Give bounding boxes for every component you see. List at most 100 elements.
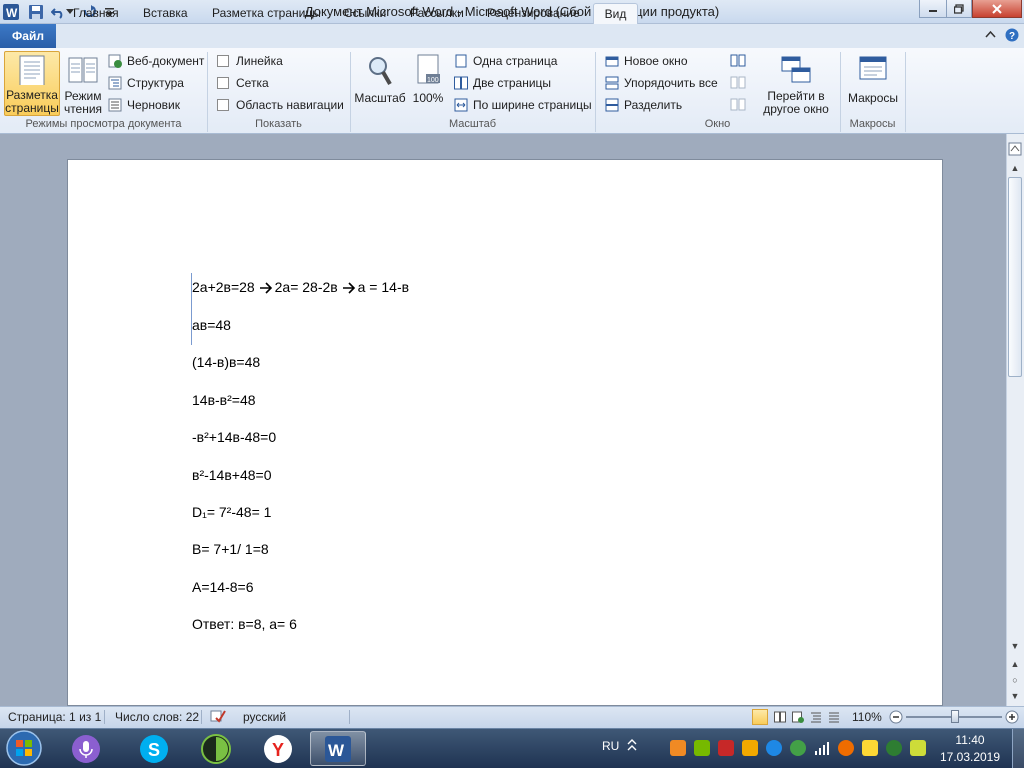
document-line-1[interactable]: 2а+2в=28 2а= 28-2в а = 14-в [192, 279, 409, 295]
view-draft-icon[interactable] [828, 711, 840, 723]
tab-review[interactable]: Рецензирование [475, 3, 592, 24]
arrange-all-button[interactable]: Упорядочить все [605, 73, 718, 93]
minimize-ribbon-icon[interactable] [985, 30, 996, 38]
view-reading-icon[interactable] [774, 711, 786, 723]
ruler-checkbox[interactable]: Линейка [217, 51, 283, 71]
view-outline-icon[interactable] [810, 711, 822, 723]
next-page-icon[interactable]: ▼ [1009, 690, 1021, 702]
gridlines-checkbox-box[interactable] [217, 77, 229, 89]
minimize-button[interactable] [919, 0, 947, 18]
navigation-pane-checkbox[interactable]: Область навигации [217, 95, 344, 115]
draft-button[interactable]: Черновик [108, 95, 180, 115]
tray-globe-icon[interactable] [790, 740, 806, 756]
document-line-4[interactable]: 14в-в²=48 [192, 392, 256, 408]
word-count[interactable]: Число слов: 22 [115, 710, 199, 724]
tray-expand-icon[interactable] [626, 737, 638, 753]
taskbar-word[interactable]: W [310, 731, 366, 766]
proofing-icon[interactable] [210, 709, 226, 723]
input-language[interactable]: RU [602, 739, 619, 753]
view-web-icon[interactable] [792, 711, 804, 723]
document-line-6[interactable]: в²-14в+48=0 [192, 467, 271, 483]
outline-button[interactable]: Структура [108, 73, 184, 93]
document-line-2[interactable]: ав=48 [192, 317, 231, 333]
split-button[interactable]: Разделить [605, 95, 682, 115]
tray-browser-icon[interactable] [766, 740, 782, 756]
two-pages-button[interactable]: Две страницы [454, 73, 551, 93]
tray-app-lime-icon[interactable] [910, 740, 926, 756]
reading-mode-icon [68, 57, 98, 83]
tray-app-yellow-icon[interactable] [862, 740, 878, 756]
synchronous-scrolling-icon[interactable] [730, 76, 746, 90]
scroll-down-arrow[interactable]: ▼ [1009, 640, 1021, 652]
scroll-thumb[interactable] [1008, 177, 1022, 377]
clock-date[interactable]: 17.03.2019 [935, 750, 1005, 764]
one-page-icon [455, 54, 467, 68]
taskbar-skype[interactable]: S [126, 731, 182, 766]
view-print-layout-icon[interactable] [752, 709, 768, 725]
gridlines-checkbox[interactable]: Сетка [217, 73, 269, 93]
show-desktop-button[interactable] [1012, 729, 1024, 768]
zoom-100-button[interactable]: 100 100% [408, 51, 448, 116]
document-line-7[interactable]: D₁= 7²-48= 1 [192, 504, 271, 520]
document-line-10[interactable]: Ответ: в=8, а= 6 [192, 616, 297, 632]
clock-time[interactable]: 11:40 [940, 733, 1000, 747]
tab-file[interactable]: Файл [0, 24, 56, 48]
page-width-label: По ширине страницы [473, 98, 592, 112]
taskbar-yandex[interactable]: Y [250, 731, 306, 766]
new-window-button[interactable]: Новое окно [605, 51, 688, 71]
print-layout-icon [19, 55, 45, 85]
browse-object-icon[interactable]: ○ [1009, 674, 1021, 686]
zoom-in-icon[interactable] [1005, 710, 1019, 724]
microphone-icon [72, 734, 100, 763]
macros-icon [859, 56, 887, 80]
one-page-button[interactable]: Одна страница [454, 51, 557, 71]
full-screen-reading-button[interactable]: Режим чтения [62, 51, 104, 116]
start-button[interactable] [5, 730, 43, 766]
maximize-button[interactable] [946, 0, 972, 18]
zoom-level[interactable]: 110% [852, 710, 882, 724]
network-signal-icon[interactable] [814, 740, 830, 756]
scroll-up-arrow[interactable]: ▲ [1009, 162, 1021, 174]
taskbar-cortana[interactable] [58, 731, 114, 766]
switch-windows-button[interactable]: Перейти в другое окно [755, 51, 837, 116]
page-width-button[interactable]: По ширине страницы [454, 95, 592, 115]
zoom-out-icon[interactable] [889, 710, 903, 724]
navigation-pane-checkbox-box[interactable] [217, 99, 229, 111]
ruler-toggle-icon[interactable] [1008, 142, 1022, 156]
language-indicator[interactable]: русский [243, 710, 286, 724]
close-button[interactable] [972, 0, 1022, 18]
tray-nvidia-icon[interactable] [694, 740, 710, 756]
taskbar-app-globe[interactable] [188, 731, 244, 766]
two-pages-icon [454, 76, 468, 90]
zoom-button[interactable]: Масштаб [354, 51, 406, 116]
previous-page-icon[interactable]: ▲ [1009, 658, 1021, 670]
document-line-5[interactable]: -в²+14в-48=0 [192, 429, 276, 445]
reset-window-position-icon[interactable] [730, 98, 746, 112]
help-icon[interactable]: ? [1005, 28, 1019, 42]
tray-app-orange-icon[interactable] [670, 740, 686, 756]
print-layout-button[interactable]: Разметка страницы [4, 51, 60, 116]
new-window-icon [605, 56, 619, 67]
view-side-by-side-icon[interactable] [730, 54, 746, 68]
tray-pencil-icon[interactable] [742, 740, 758, 756]
tray-check-icon[interactable] [886, 740, 902, 756]
document-line-8[interactable]: В= 7+1/ 1=8 [192, 541, 269, 557]
document-line-9[interactable]: А=14-8=6 [192, 579, 254, 595]
tab-mailings[interactable]: Рассылки [398, 3, 476, 24]
web-layout-button[interactable]: Веб-документ [108, 51, 204, 71]
tab-view[interactable]: Вид [593, 3, 638, 24]
page-count[interactable]: Страница: 1 из 1 [8, 710, 101, 724]
tray-lifebuoy-icon[interactable] [838, 740, 854, 756]
skype-icon: S [140, 734, 168, 763]
zoom-slider-thumb[interactable] [951, 710, 959, 723]
tab-home[interactable]: Главная [61, 3, 131, 24]
document-line-3[interactable]: (14-в)в=48 [192, 354, 260, 370]
svg-text:S: S [148, 740, 160, 760]
tab-insert[interactable]: Вставка [131, 3, 200, 24]
ruler-checkbox-box[interactable] [217, 55, 229, 67]
tray-flag-icon[interactable] [718, 740, 734, 756]
tab-page-layout[interactable]: Разметка страницы [200, 3, 333, 24]
web-layout-label: Веб-документ [127, 54, 205, 68]
tab-references[interactable]: Ссылки [332, 3, 398, 24]
macros-button[interactable]: Макросы [845, 51, 901, 116]
